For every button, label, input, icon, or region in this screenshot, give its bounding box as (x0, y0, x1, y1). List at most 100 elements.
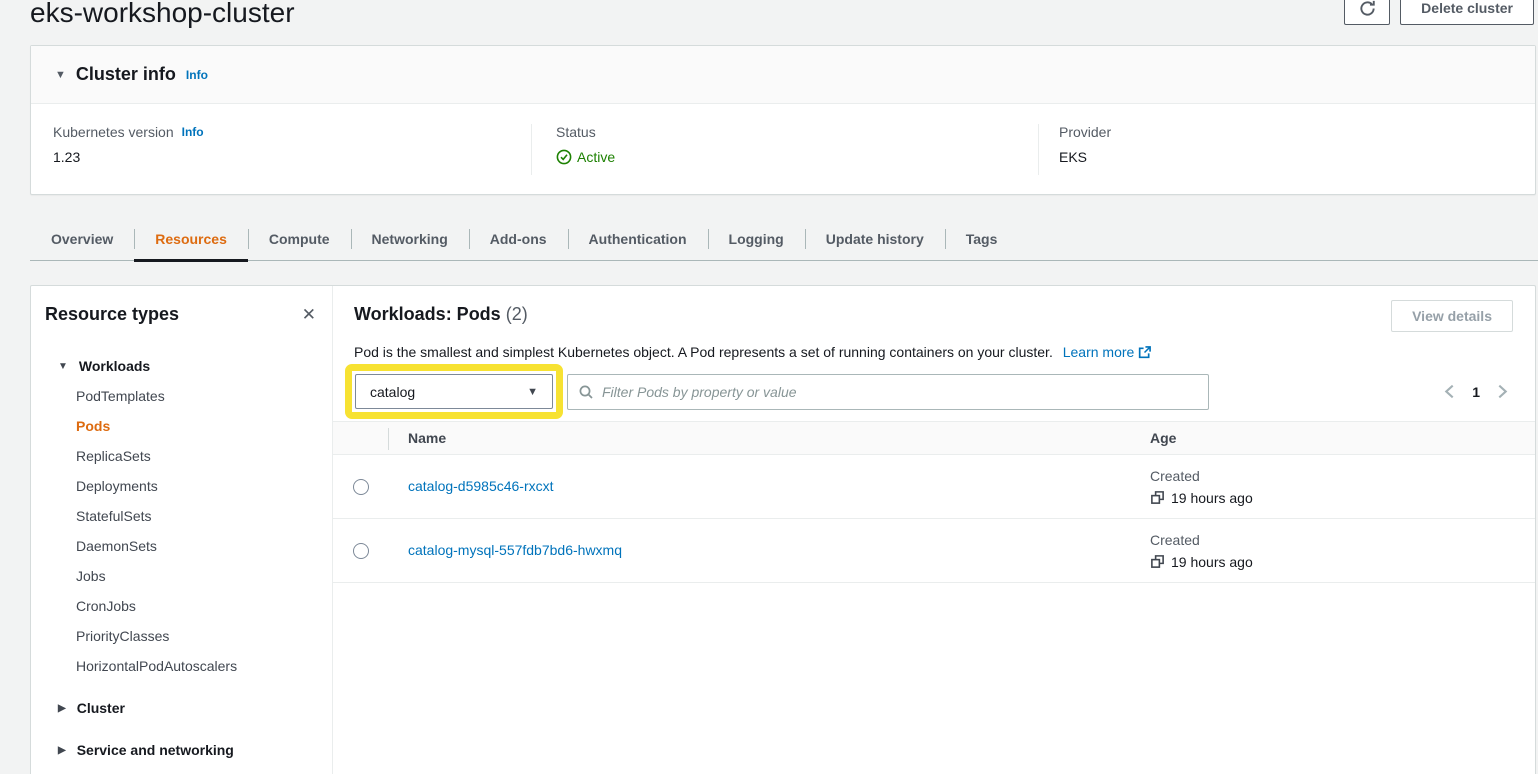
pod-name-link[interactable]: catalog-d5985c46-rxcxt (408, 478, 554, 494)
chevron-down-icon: ▼ (527, 386, 538, 398)
tab-tags[interactable]: Tags (945, 218, 1019, 260)
sidebar-item-pods[interactable]: Pods (31, 411, 332, 441)
current-page[interactable]: 1 (1472, 384, 1480, 400)
page-title: eks-workshop-cluster (30, 0, 295, 32)
sidebar-item-jobs[interactable]: Jobs (31, 561, 332, 591)
tab-resources[interactable]: Resources (134, 218, 248, 260)
pagination: 1 (1443, 384, 1513, 400)
status-badge: Active (556, 149, 1038, 165)
next-page-button[interactable] (1496, 384, 1509, 399)
sidebar-item-podtemplates[interactable]: PodTemplates (31, 381, 332, 411)
age-value-text: 19 hours ago (1171, 490, 1253, 506)
tab-update-history[interactable]: Update history (805, 218, 945, 260)
age-value-text: 19 hours ago (1171, 554, 1253, 570)
status-label: Status (556, 124, 1038, 140)
search-input[interactable] (602, 384, 1198, 400)
external-link-icon (1138, 346, 1151, 359)
tree-group-cluster-label: Cluster (77, 700, 125, 716)
pods-description-text: Pod is the smallest and simplest Kuberne… (354, 344, 1053, 360)
tree-group-workloads-label: Workloads (79, 358, 150, 374)
kubernetes-version-info-link[interactable]: Info (182, 125, 204, 139)
tree-group-workloads: ▼ Workloads PodTemplates Pods ReplicaSet… (31, 351, 332, 681)
tree-group-service-networking: ▶ Service and networking (31, 735, 332, 765)
caret-down-icon: ▼ (58, 361, 68, 372)
table-header: Name Age (333, 421, 1535, 455)
resource-types-tree: ▼ Workloads PodTemplates Pods ReplicaSet… (31, 351, 332, 765)
annotation-highlight: catalog ▼ (345, 364, 563, 419)
age-cell: Created 19 hours ago (1126, 468, 1535, 506)
cluster-info-header[interactable]: ▼ Cluster info Info (31, 46, 1535, 104)
copy-icon[interactable] (1150, 490, 1165, 505)
tree-group-cluster-header[interactable]: ▶ Cluster (31, 693, 332, 723)
caret-right-icon: ▶ (58, 745, 66, 756)
pod-name-link[interactable]: catalog-mysql-557fdb7bd6-hwxmq (408, 542, 622, 558)
resource-types-title: Resource types (45, 304, 179, 325)
tree-group-service-networking-label: Service and networking (77, 742, 234, 758)
tree-group-cluster: ▶ Cluster (31, 693, 332, 723)
age-cell: Created 19 hours ago (1126, 532, 1535, 570)
row-radio-button[interactable] (353, 543, 369, 559)
row-radio-button[interactable] (353, 479, 369, 495)
provider-field: Provider EKS (1038, 124, 1535, 175)
close-icon[interactable]: ✕ (302, 306, 316, 323)
tree-group-workloads-header[interactable]: ▼ Workloads (31, 351, 332, 381)
age-created-label: Created (1150, 532, 1535, 548)
table-row: catalog-mysql-557fdb7bd6-hwxmq Created 1… (333, 519, 1535, 583)
header-actions: Delete cluster (1344, 0, 1534, 25)
age-created-label: Created (1150, 468, 1535, 484)
previous-page-button[interactable] (1443, 384, 1456, 399)
learn-more-link[interactable]: Learn more (1063, 344, 1152, 360)
sidebar-item-priorityclasses[interactable]: PriorityClasses (31, 621, 332, 651)
sidebar-item-replicasets[interactable]: ReplicaSets (31, 441, 332, 471)
copy-icon[interactable] (1150, 554, 1165, 569)
pods-search-field[interactable] (567, 374, 1209, 410)
name-column-header: Name (389, 430, 1126, 446)
tab-networking[interactable]: Networking (351, 218, 469, 260)
kubernetes-version-label: Kubernetes version (53, 124, 174, 140)
sidebar-item-daemonsets[interactable]: DaemonSets (31, 531, 332, 561)
tab-add-ons[interactable]: Add-ons (469, 218, 568, 260)
tab-logging[interactable]: Logging (708, 218, 805, 260)
tab-overview[interactable]: Overview (30, 218, 134, 260)
cluster-info-info-link[interactable]: Info (186, 68, 208, 82)
provider-value: EKS (1059, 149, 1535, 165)
provider-label: Provider (1059, 124, 1535, 140)
filter-toolbar: catalog ▼ 1 (354, 364, 1513, 419)
tab-authentication[interactable]: Authentication (568, 218, 708, 260)
view-details-button[interactable]: View details (1391, 300, 1513, 332)
refresh-button[interactable] (1344, 0, 1390, 25)
caret-right-icon: ▶ (58, 703, 66, 714)
pods-table: Name Age catalog-d5985c46-rxcxt Created (333, 421, 1535, 583)
pods-description: Pod is the smallest and simplest Kuberne… (354, 342, 1513, 362)
cluster-info-body: Kubernetes version Info 1.23 Status Acti… (31, 104, 1535, 195)
sidebar-item-cronjobs[interactable]: CronJobs (31, 591, 332, 621)
search-icon (578, 384, 594, 400)
cluster-info-card: ▼ Cluster info Info Kubernetes version I… (30, 45, 1536, 195)
sidebar-item-statefulsets[interactable]: StatefulSets (31, 501, 332, 531)
status-field: Status Active (531, 124, 1038, 175)
delete-cluster-button[interactable]: Delete cluster (1400, 0, 1534, 25)
sidebar-item-deployments[interactable]: Deployments (31, 471, 332, 501)
tab-compute[interactable]: Compute (248, 218, 351, 260)
expand-caret-icon: ▼ (55, 69, 66, 81)
cluster-info-title: Cluster info (76, 64, 176, 85)
kubernetes-version-field: Kubernetes version Info 1.23 (31, 124, 531, 175)
cluster-tabs: Overview Resources Compute Networking Ad… (30, 218, 1538, 261)
sidebar-item-horizontalpodautoscalers[interactable]: HorizontalPodAutoscalers (31, 651, 332, 681)
pods-panel: Workloads: Pods (2) View details Pod is … (333, 286, 1535, 774)
pods-panel-title: Workloads: Pods (2) (354, 302, 528, 326)
namespace-filter-dropdown[interactable]: catalog ▼ (355, 374, 553, 409)
pods-panel-title-text: Workloads: Pods (354, 304, 501, 324)
kubernetes-version-value: 1.23 (53, 149, 531, 165)
age-column-header: Age (1126, 430, 1535, 446)
check-circle-icon (556, 149, 572, 165)
resource-types-panel: Resource types ✕ ▼ Workloads PodTemplate… (31, 286, 333, 774)
table-row: catalog-d5985c46-rxcxt Created 19 hours … (333, 455, 1535, 519)
status-value: Active (577, 149, 615, 165)
pods-count: (2) (506, 304, 528, 324)
tree-group-service-networking-header[interactable]: ▶ Service and networking (31, 735, 332, 765)
selection-column-header (333, 422, 389, 454)
refresh-icon (1359, 0, 1376, 17)
namespace-filter-value: catalog (370, 384, 415, 400)
resources-workspace: Resource types ✕ ▼ Workloads PodTemplate… (30, 285, 1536, 774)
